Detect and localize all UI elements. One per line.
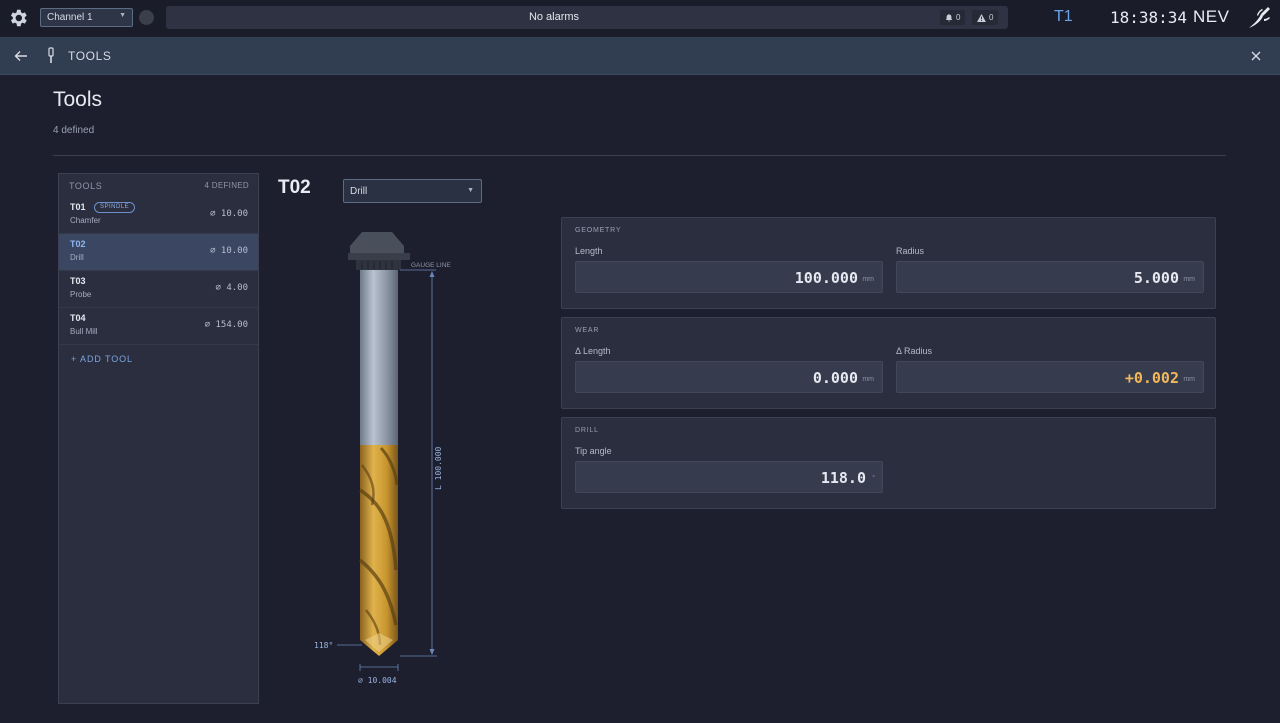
caret-down-icon: ▼ (119, 12, 126, 19)
wear-length-field[interactable]: 0.000 mm (575, 361, 883, 393)
radius-field[interactable]: 5.000 mm (896, 261, 1204, 293)
length-field[interactable]: 100.000 mm (575, 261, 883, 293)
tool-type-select[interactable]: Drill ▼ (343, 179, 482, 203)
operator-label[interactable]: NEV (1193, 7, 1229, 27)
tool-code: T03 (70, 276, 86, 286)
warnings-count: 0 (989, 13, 994, 22)
warning-icon (977, 13, 986, 22)
tool-type: Bull Mill (70, 327, 98, 336)
page-title: Tools (53, 88, 103, 111)
alarm-status-text: No alarms (528, 11, 580, 23)
tool-row-t03[interactable]: T03 Probe ⌀ 4.00 (59, 271, 258, 308)
tool-code: T01 (70, 202, 86, 212)
page-header-title: TOOLS (68, 49, 112, 63)
wear-radius-unit: mm (1183, 376, 1195, 383)
top-bar: Channel 1 ▼ No alarms 0 0 T1 18:38:34 NE… (0, 0, 1280, 36)
tool-diameter: ⌀ 154.00 (204, 320, 248, 330)
diameter-dimension: ⌀ 10.004 (358, 664, 399, 685)
close-icon[interactable] (1250, 50, 1262, 62)
length-value: 100.000 (794, 269, 858, 287)
radius-unit: mm (1183, 276, 1195, 283)
geometry-card: GEOMETRY Length 100.000 mm Radius 5.000 … (561, 217, 1216, 309)
spindle-badge: SPINDLE (94, 202, 136, 213)
add-tool-button[interactable]: + ADD TOOL (71, 354, 133, 364)
wear-radius-field[interactable]: +0.002 mm (896, 361, 1204, 393)
tool-drawing: GAUGE LINE L 100.000 118° ⌀ 10.004 (314, 232, 451, 685)
channel-select[interactable]: Channel 1 ▼ (40, 8, 133, 27)
wear-card: WEAR Δ Length 0.000 mm Δ Radius +0.002 m… (561, 317, 1216, 409)
length-label: Length (575, 246, 603, 256)
tip-angle-label: 118° (314, 641, 333, 650)
length-dimension-label: L 100.000 (434, 446, 443, 490)
tool-type: Drill (70, 253, 84, 262)
wear-radius-label: Δ Radius (896, 346, 933, 356)
wear-radius-value: +0.002 (1124, 369, 1179, 387)
bell-icon (945, 13, 953, 21)
clock: 18:38:34 (1110, 8, 1188, 27)
tool-row-t04[interactable]: T04 Bull Mill ⌀ 154.00 (59, 308, 258, 345)
drill-shank (360, 270, 398, 445)
notifications-chip[interactable]: 0 (940, 10, 966, 25)
drill-title: DRILL (575, 427, 599, 434)
drill-card: DRILL Tip angle 118.0 ° (561, 417, 1216, 509)
tool-row-t01[interactable]: T01 SPINDLE Chamfer ⌀ 10.00 (59, 197, 258, 234)
tip-angle-value: 118.0 (820, 469, 866, 487)
wear-length-value: 0.000 (812, 369, 858, 387)
tool-row-t02[interactable]: T02 Drill ⌀ 10.00 (59, 234, 258, 271)
tip-angle-unit: ° (872, 475, 875, 482)
tool-holder (348, 232, 410, 270)
tool-code: T04 (70, 313, 86, 323)
radius-label: Radius (896, 246, 925, 256)
tool-type: Chamfer (70, 216, 101, 225)
tool-list-panel: TOOLS 4 DEFINED T01 SPINDLE Chamfer ⌀ 10… (58, 173, 259, 704)
tool-diameter: ⌀ 4.00 (215, 283, 248, 293)
tip-angle-field[interactable]: 118.0 ° (575, 461, 883, 493)
wear-title: WEAR (575, 327, 600, 334)
notifications-count: 0 (956, 13, 961, 22)
page-subtitle: 4 defined (53, 125, 95, 136)
active-tool-indicator[interactable]: T1 (1054, 8, 1073, 26)
geometry-title: GEOMETRY (575, 227, 622, 234)
divider (53, 155, 1226, 156)
radius-value: 5.000 (1133, 269, 1179, 287)
back-arrow-icon[interactable] (14, 49, 28, 63)
tool-list-count: 4 DEFINED (204, 181, 249, 190)
tool-diameter: ⌀ 10.00 (210, 209, 248, 219)
editor-tool-code: T02 (278, 177, 311, 198)
caret-down-icon: ▼ (467, 187, 474, 194)
length-dimension: L 100.000 (400, 271, 443, 657)
tool-icon (48, 47, 54, 63)
tool-diameter: ⌀ 10.00 (210, 246, 248, 256)
tool-type: Probe (70, 290, 92, 299)
page-header-bar: TOOLS (0, 37, 1280, 75)
wear-length-label: Δ Length (575, 346, 611, 356)
connection-status-indicator (139, 10, 154, 25)
tool-type-select-value: Drill (350, 186, 368, 197)
tip-angle-field-label: Tip angle (575, 446, 612, 456)
warnings-chip[interactable]: 0 (972, 10, 999, 25)
wear-length-unit: mm (862, 376, 874, 383)
gear-icon[interactable] (7, 7, 29, 29)
channel-select-value: Channel 1 (47, 12, 93, 23)
alarm-bar[interactable]: No alarms 0 0 (166, 6, 1008, 29)
tool-list-title: TOOLS (69, 181, 103, 191)
tool-code: T02 (70, 239, 86, 249)
length-unit: mm (862, 276, 874, 283)
drill-flutes (358, 445, 399, 656)
brand-icon[interactable] (1246, 5, 1272, 31)
tool-list-header: TOOLS 4 DEFINED (69, 181, 249, 191)
diameter-label: ⌀ 10.004 (358, 676, 397, 685)
gauge-line-label: GAUGE LINE (411, 262, 451, 269)
